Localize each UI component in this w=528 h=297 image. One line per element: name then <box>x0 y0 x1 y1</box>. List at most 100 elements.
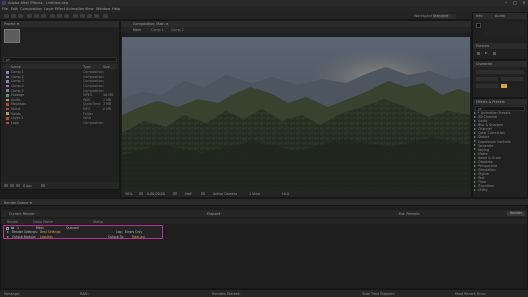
workspace-dropdown[interactable]: Standard <box>432 13 456 19</box>
selection-tool-icon[interactable] <box>4 14 9 18</box>
rotate-tool-icon[interactable] <box>27 14 32 18</box>
last-frame-icon[interactable] <box>493 52 496 55</box>
project-search-input[interactable]: ρ▾ <box>3 57 117 62</box>
menu-edit[interactable]: Edit <box>11 7 18 11</box>
expand-triangle-icon[interactable] <box>474 128 476 131</box>
expand-triangle-icon[interactable] <box>474 188 476 191</box>
first-frame-icon[interactable] <box>477 52 480 55</box>
trash-icon[interactable] <box>41 184 45 187</box>
mountain-footage-frame <box>122 37 470 190</box>
pen-tool-icon[interactable] <box>57 14 62 18</box>
expand-triangle-icon[interactable] <box>474 140 476 143</box>
resolution-dropdown[interactable]: Half <box>185 192 192 196</box>
expand-triangle-icon[interactable] <box>474 184 476 187</box>
column-name[interactable]: Name <box>11 65 21 69</box>
snapshot-icon[interactable] <box>173 192 177 195</box>
expand-triangle-icon[interactable] <box>474 176 476 179</box>
menu-window[interactable]: Window <box>96 7 110 11</box>
project-item[interactable]: Logo Composition <box>3 121 117 126</box>
expand-triangle-icon[interactable] <box>474 172 476 175</box>
menu-effect[interactable]: Effect <box>55 7 65 11</box>
expand-triangle-icon[interactable] <box>474 156 476 159</box>
expand-triangle-icon[interactable] <box>7 231 9 234</box>
effect-category[interactable]: Utility <box>474 188 524 193</box>
expand-triangle-icon[interactable] <box>7 235 9 238</box>
expand-triangle-icon[interactable] <box>474 136 476 139</box>
effects-tab[interactable]: Effects & Presets <box>476 100 505 104</box>
mask-tool-icon[interactable] <box>50 14 55 18</box>
render-queue-tab[interactable]: Render Queue ≡ <box>4 201 32 205</box>
column-size[interactable]: Size <box>103 65 110 69</box>
subtab-main[interactable]: Main <box>133 28 141 32</box>
expand-triangle-icon[interactable] <box>474 132 476 135</box>
new-composition-icon[interactable] <box>16 184 20 187</box>
output-module-dropdown[interactable]: Lossless <box>40 235 53 239</box>
grid-toggle-icon[interactable] <box>139 192 143 195</box>
camera-tool-icon[interactable] <box>34 14 39 18</box>
zoom-dropdown[interactable]: 50% <box>125 192 132 196</box>
log-dropdown[interactable]: Errors Only <box>125 230 142 234</box>
pan-behind-tool-icon[interactable] <box>41 14 46 18</box>
roto-brush-tool-icon[interactable] <box>94 14 99 18</box>
expand-triangle-icon[interactable] <box>474 160 476 163</box>
subtab-comp-2[interactable]: Comp 2 <box>171 28 184 32</box>
menu-composition[interactable]: Composition <box>20 7 42 11</box>
expand-triangle-icon[interactable] <box>474 168 476 171</box>
new-folder-icon[interactable] <box>10 184 14 187</box>
info-tab[interactable]: Info <box>476 14 482 18</box>
expand-triangle-icon[interactable] <box>474 164 476 167</box>
expand-triangle-icon[interactable] <box>474 152 476 155</box>
font-size-field[interactable] <box>476 77 498 81</box>
accent-color-swatch[interactable] <box>501 84 507 88</box>
expand-triangle-icon[interactable] <box>474 120 476 123</box>
expand-triangle-icon[interactable] <box>474 148 476 151</box>
roi-icon[interactable] <box>201 192 205 195</box>
menu-help[interactable]: Help <box>112 7 120 11</box>
column-comp-name[interactable]: Comp Name <box>33 220 53 224</box>
output-to-link[interactable]: Main.avi <box>132 235 145 239</box>
composition-tab[interactable]: Composition: Main ≡ <box>133 22 168 26</box>
views-dropdown[interactable]: 1 View <box>249 192 260 196</box>
expand-triangle-icon[interactable] <box>474 112 476 114</box>
text-tool-icon[interactable] <box>64 14 69 18</box>
interpret-footage-icon[interactable] <box>4 184 8 187</box>
brush-tool-icon[interactable] <box>73 14 78 18</box>
render-settings-dropdown[interactable]: Best Settings <box>40 230 61 234</box>
puppet-tool-icon[interactable] <box>103 14 108 18</box>
menu-file[interactable]: File <box>2 7 8 11</box>
column-status[interactable]: Status <box>93 220 103 224</box>
expand-triangle-icon[interactable] <box>474 124 476 127</box>
expand-triangle-icon[interactable] <box>474 116 476 119</box>
camera-dropdown[interactable]: Active Camera <box>213 192 237 196</box>
menu-layer[interactable]: Layer <box>44 7 54 11</box>
exposure-value[interactable]: +0.0 <box>281 192 289 196</box>
expand-triangle-icon[interactable] <box>474 144 476 147</box>
font-dropdown[interactable] <box>476 70 524 74</box>
current-time[interactable]: 0;00;00;00 <box>147 192 165 196</box>
composition-viewer[interactable] <box>122 37 470 190</box>
project-tab[interactable]: Project ≡ <box>4 22 20 26</box>
render-item-comp-name[interactable]: Main <box>36 226 44 230</box>
bpc-toggle[interactable]: 8 bpc <box>23 184 32 188</box>
character-tab[interactable]: Character <box>476 62 493 66</box>
eraser-tool-icon[interactable] <box>87 14 92 18</box>
tracking-field[interactable] <box>476 84 498 88</box>
render-queue-item[interactable]: 1 Main Queued Render Settings: Best Sett… <box>3 225 163 239</box>
column-render[interactable]: Render <box>7 220 18 224</box>
preview-tab[interactable]: Preview <box>476 44 489 48</box>
menu-view[interactable]: View <box>85 7 94 11</box>
column-type[interactable]: Type <box>83 65 91 69</box>
audio-tab[interactable]: Audio <box>495 14 505 18</box>
render-button[interactable]: Render <box>507 211 525 216</box>
menu-animation[interactable]: Animation <box>66 7 84 11</box>
clone-stamp-tool-icon[interactable] <box>80 14 85 18</box>
play-icon[interactable] <box>485 52 488 54</box>
zoom-tool-icon[interactable] <box>18 14 23 18</box>
leading-field[interactable] <box>501 77 523 81</box>
label-color-swatch[interactable] <box>11 226 14 230</box>
expand-triangle-icon[interactable] <box>474 180 476 183</box>
subtab-comp-1[interactable]: Comp 1 <box>151 28 164 32</box>
render-checkbox[interactable] <box>6 226 9 230</box>
hand-tool-icon[interactable] <box>11 14 16 18</box>
effects-search-input[interactable]: ρ▾ <box>475 106 525 111</box>
